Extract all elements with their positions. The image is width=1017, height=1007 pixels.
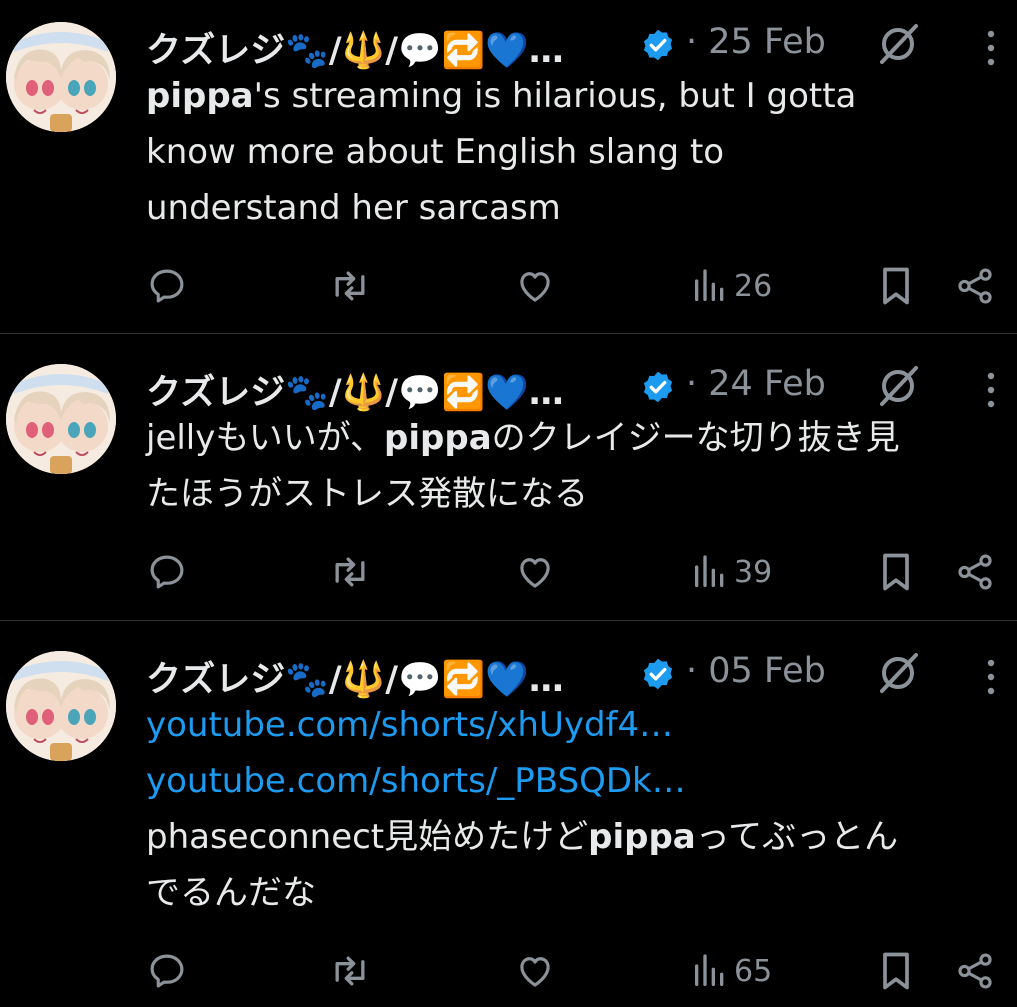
share-icon (954, 551, 996, 593)
reply-button[interactable] (146, 548, 188, 596)
tweet-text-segment: jellyもいいが、 (146, 418, 385, 458)
bookmark-icon (876, 949, 916, 993)
reply-icon (146, 551, 188, 593)
verified-badge-icon (640, 656, 676, 692)
tweet[interactable]: クズレジ🐾/🔱/💬🔁💙… · 24 Feb jellyもいいが、pippaのクレイジ… (0, 334, 1017, 620)
author-name[interactable]: クズレジ🐾/🔱/💬🔁💙… (146, 651, 564, 702)
share-icon (954, 950, 996, 992)
tweet-date[interactable]: · 05 Feb (686, 651, 826, 691)
tweet-link[interactable]: youtube.com/shorts/_PBSQDk… (146, 753, 1011, 809)
reply-button[interactable] (146, 947, 188, 995)
more-icon[interactable] (984, 370, 998, 410)
share-button[interactable] (954, 262, 996, 310)
grok-icon[interactable] (876, 362, 924, 410)
tweet-text-mention: pippa (588, 817, 696, 857)
bookmark-button[interactable] (876, 548, 916, 596)
views-icon (692, 552, 728, 592)
views-count: 39 (734, 554, 773, 590)
tweet-actions: 65 (146, 947, 1006, 995)
more-icon[interactable] (984, 657, 998, 697)
verified-badge-icon (640, 369, 676, 405)
author-name[interactable]: クズレジ🐾/🔱/💬🔁💙… (146, 364, 564, 415)
tweet-text: jellyもいいが、pippaのクレイジーな切り抜き見 たほうがストレス発散にな… (146, 410, 1011, 522)
share-button[interactable] (954, 947, 996, 995)
tweet-actions: 26 (146, 262, 1006, 310)
tweet-actions: 39 (146, 548, 1006, 596)
grok-icon[interactable] (876, 20, 924, 68)
author-name[interactable]: クズレジ🐾/🔱/💬🔁💙… (146, 22, 564, 73)
retweet-button[interactable] (328, 548, 372, 596)
retweet-icon (328, 264, 372, 308)
tweet-date[interactable]: · 25 Feb (686, 22, 826, 62)
views-icon (692, 951, 728, 991)
tweet-date[interactable]: · 24 Feb (686, 364, 826, 404)
avatar[interactable] (6, 651, 116, 761)
views-button[interactable]: 39 (692, 548, 772, 596)
like-button[interactable] (514, 947, 556, 995)
tweet-text-mention: pippa (146, 76, 254, 116)
like-icon (514, 950, 556, 992)
tweet-header: クズレジ🐾/🔱/💬🔁💙… · 05 Feb (146, 647, 1011, 700)
avatar[interactable] (6, 22, 116, 132)
retweet-button[interactable] (328, 947, 372, 995)
share-icon (954, 265, 996, 307)
like-button[interactable] (514, 262, 556, 310)
retweet-icon (328, 550, 372, 594)
like-icon (514, 551, 556, 593)
views-button[interactable]: 65 (692, 947, 772, 995)
tweet-text: pippa's streaming is hilarious, but I go… (146, 68, 1011, 236)
tweet[interactable]: クズレジ🐾/🔱/💬🔁💙… · 05 Feb youtube.com/shorts/x… (0, 621, 1017, 1007)
views-icon (692, 266, 728, 306)
verified-badge-icon (640, 27, 676, 63)
reply-button[interactable] (146, 262, 188, 310)
views-count: 26 (734, 268, 773, 304)
more-icon[interactable] (984, 28, 998, 68)
tweet-text-segment: phaseconnect見始めたけど (146, 817, 589, 857)
retweet-icon (328, 949, 372, 993)
tweet-text: phaseconnect見始めたけどpippaってぶっとん でるんだな (146, 809, 1011, 921)
avatar[interactable] (6, 364, 116, 474)
bookmark-icon (876, 264, 916, 308)
tweet-body: クズレジ🐾/🔱/💬🔁💙… · 24 Feb jellyもいいが、pippaのクレイジ… (146, 360, 1011, 522)
timeline-feed: クズレジ🐾/🔱/💬🔁💙… · 25 Feb pippa's streaming is… (0, 0, 1017, 1007)
grok-icon[interactable] (876, 649, 924, 697)
views-count: 65 (734, 953, 773, 989)
tweet-text-mention: pippa (384, 418, 492, 458)
tweet-body: クズレジ🐾/🔱/💬🔁💙… · 25 Feb pippa's streaming is… (146, 18, 1011, 236)
tweet-link[interactable]: youtube.com/shorts/xhUydf4… (146, 697, 1011, 753)
bookmark-button[interactable] (876, 262, 916, 310)
tweet-body: クズレジ🐾/🔱/💬🔁💙… · 05 Feb youtube.com/shorts/x… (146, 647, 1011, 921)
retweet-button[interactable] (328, 262, 372, 310)
reply-icon (146, 950, 188, 992)
bookmark-button[interactable] (876, 947, 916, 995)
views-button[interactable]: 26 (692, 262, 772, 310)
bookmark-icon (876, 550, 916, 594)
like-icon (514, 265, 556, 307)
tweet-header: クズレジ🐾/🔱/💬🔁💙… · 24 Feb (146, 360, 1011, 413)
reply-icon (146, 265, 188, 307)
share-button[interactable] (954, 548, 996, 596)
tweet-header: クズレジ🐾/🔱/💬🔁💙… · 25 Feb (146, 18, 1011, 71)
tweet[interactable]: クズレジ🐾/🔱/💬🔁💙… · 25 Feb pippa's streaming is… (0, 0, 1017, 333)
like-button[interactable] (514, 548, 556, 596)
